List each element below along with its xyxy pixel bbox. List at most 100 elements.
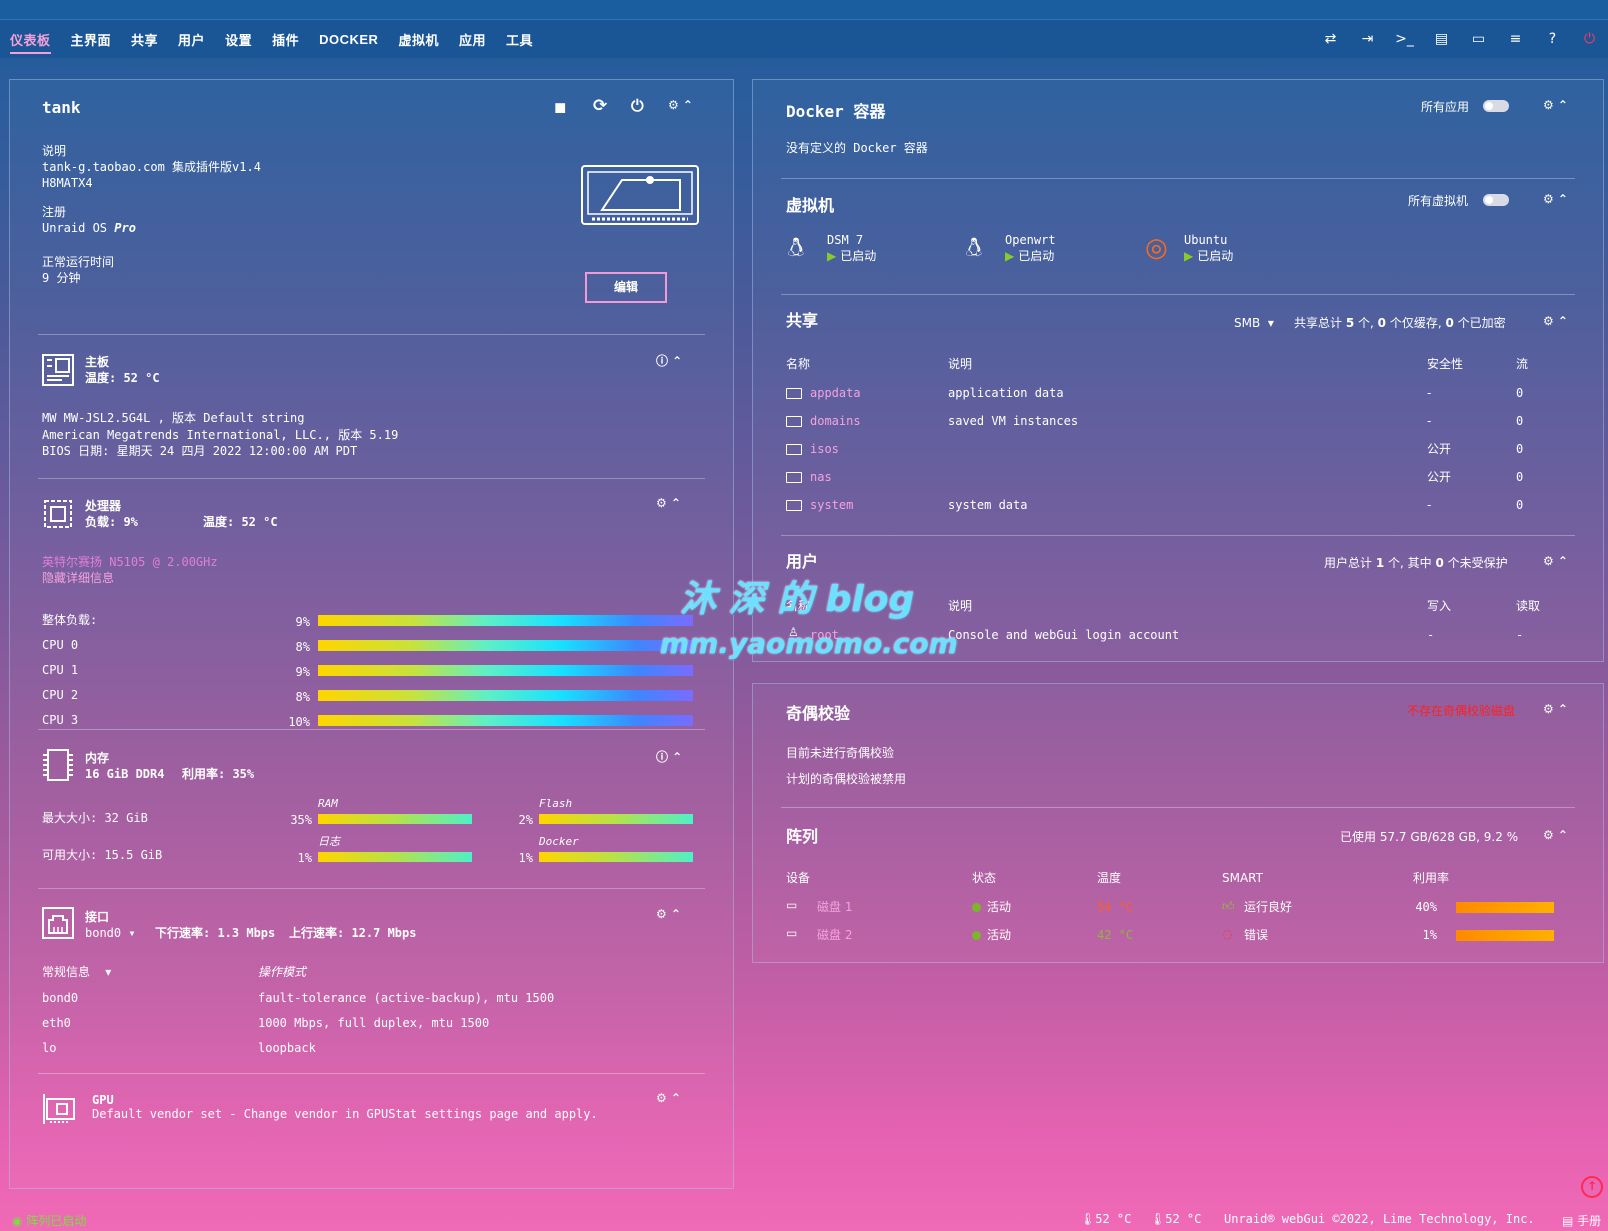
nav-plugins[interactable]: 插件: [272, 30, 299, 49]
share-desc: application data: [948, 386, 1064, 400]
nav-users[interactable]: 用户: [178, 30, 205, 49]
share-name-link[interactable]: appdata: [810, 386, 861, 400]
all-vms-toggle[interactable]: [1483, 194, 1509, 206]
share-proto-select[interactable]: SMB ▾: [1234, 315, 1274, 331]
mem-usage-bar: [318, 814, 472, 824]
manual-link[interactable]: ▤ 手册: [1562, 1212, 1601, 1229]
gpu-settings-collapse-icon[interactable]: ⚙︎ ⌃: [656, 1091, 681, 1105]
terminal-icon[interactable]: >_: [1386, 31, 1423, 47]
net-row-name: eth0: [42, 1016, 71, 1030]
net-mode-label: 操作模式: [258, 965, 307, 979]
share-name[interactable]: domains: [786, 413, 861, 429]
share-name[interactable]: appdata: [786, 385, 861, 401]
edit-button[interactable]: 编辑: [585, 272, 667, 303]
monitor-icon[interactable]: ▭: [1460, 31, 1497, 47]
network-port-icon: [42, 907, 74, 939]
shares-col-stream: 流: [1516, 357, 1529, 371]
hide-details-link[interactable]: 隐藏详细信息: [42, 570, 114, 586]
iface-select[interactable]: bond0 ▾: [85, 925, 136, 941]
nav-settings[interactable]: 设置: [225, 30, 252, 49]
nav-apps[interactable]: 应用: [459, 30, 486, 49]
parity-settings-collapse-icon[interactable]: ⚙︎ ⌃: [1543, 702, 1568, 716]
logout-icon[interactable]: ⇥: [1349, 31, 1386, 47]
shares-col-security: 安全性: [1427, 357, 1464, 371]
help-icon[interactable]: ?: [1534, 31, 1571, 47]
docker-title: Docker 容器: [786, 102, 886, 121]
share-name[interactable]: isos: [786, 441, 839, 457]
watermark-line2: mm.yaomomo.com: [660, 627, 958, 660]
stop-array-icon[interactable]: ◼: [554, 98, 566, 116]
share-stream: 0: [1516, 442, 1524, 456]
net-row-value: 1000 Mbps, full duplex, mtu 1500: [258, 1016, 490, 1030]
mem-usage: 利用率: 35%: [182, 767, 255, 781]
nav-vms[interactable]: 虚拟机: [398, 30, 439, 49]
share-security: -: [1427, 386, 1432, 400]
nav-shares[interactable]: 共享: [131, 30, 158, 49]
divider: [38, 729, 705, 730]
net-settings-collapse-icon[interactable]: ⚙︎ ⌃: [656, 907, 681, 921]
share-name[interactable]: nas: [786, 469, 832, 485]
mem-info-collapse-icon[interactable]: ⓘ ⌃: [656, 748, 682, 765]
disk-icon: ▭: [786, 898, 798, 912]
vm-os-icon[interactable]: 🐧︎: [966, 233, 982, 266]
feedback-icon[interactable]: ▤: [1423, 31, 1460, 47]
vm-state-label: 已启动: [840, 249, 877, 263]
share-name-link[interactable]: nas: [810, 470, 832, 484]
nav-docker[interactable]: DOCKER: [319, 32, 378, 47]
log-icon[interactable]: ≡: [1497, 31, 1534, 47]
vm-settings-collapse-icon[interactable]: ⚙︎ ⌃: [1543, 192, 1568, 206]
users-settings-collapse-icon[interactable]: ⚙︎ ⌃: [1543, 554, 1568, 568]
share-name-link[interactable]: domains: [810, 414, 861, 428]
share-name-link[interactable]: isos: [810, 442, 839, 456]
disk-util-bar: [1456, 930, 1554, 941]
power-icon[interactable]: ⏻: [1571, 31, 1608, 47]
mem-bar-name: Flash: [539, 797, 573, 810]
mb-line2: American Megatrends International, LLC.,…: [42, 428, 399, 442]
cpu-settings-collapse-icon[interactable]: ⚙︎ ⌃: [656, 496, 681, 510]
play-icon: ▶: [1005, 249, 1015, 263]
disk-name-link[interactable]: 磁盘 1: [817, 899, 852, 915]
shares-col-name: 名称: [786, 357, 811, 371]
reg-pro: Pro: [114, 221, 136, 235]
net-general-select[interactable]: 常规信息 ▾: [42, 964, 111, 980]
share-stream: 0: [1516, 498, 1524, 512]
watermark-line1: 沐 深 的 blog: [680, 579, 915, 620]
mb-info-collapse-icon[interactable]: ⓘ ⌃: [656, 352, 682, 369]
vm-os-icon[interactable]: 🐧︎: [788, 233, 804, 266]
switch-icon[interactable]: ⇄: [1312, 31, 1349, 47]
reboot-icon[interactable]: ⟳: [593, 96, 607, 116]
mem-bar-pct: 1%: [518, 851, 533, 865]
mem-bar-pct: 35%: [290, 813, 312, 827]
disk-smart: 错误: [1244, 928, 1269, 942]
vm-name[interactable]: Ubuntu: [1184, 232, 1227, 248]
nav-main[interactable]: 主界面: [71, 30, 112, 49]
all-apps-toggle[interactable]: [1483, 100, 1509, 112]
shutdown-icon[interactable]: ⏻: [631, 96, 644, 116]
shares-settings-collapse-icon[interactable]: ⚙︎ ⌃: [1543, 314, 1568, 328]
vm-name[interactable]: Openwrt: [1005, 232, 1056, 248]
top-strip: [0, 0, 1608, 20]
scroll-top-icon[interactable]: ↑: [1581, 1176, 1603, 1198]
nav-dashboard[interactable]: 仪表板: [10, 30, 51, 54]
vm-name[interactable]: DSM 7: [827, 232, 863, 248]
mem-bar-name: RAM: [318, 797, 338, 810]
share-name[interactable]: system: [786, 497, 853, 513]
nav-tools[interactable]: 工具: [506, 30, 533, 49]
settings-collapse-icon[interactable]: ⚙︎ ⌃: [668, 98, 693, 112]
array-settings-collapse-icon[interactable]: ⚙︎ ⌃: [1543, 828, 1568, 842]
divider: [781, 294, 1575, 295]
mem-avail: 可用大小: 15.5 GiB: [42, 848, 163, 862]
vm-os-icon[interactable]: ◎: [1145, 233, 1168, 263]
smart-icon: ◌: [1222, 927, 1233, 941]
array-status: ◉ 阵列已启动: [12, 1214, 87, 1228]
share-stream: 0: [1516, 414, 1524, 428]
docker-settings-collapse-icon[interactable]: ⚙︎ ⌃: [1543, 98, 1568, 112]
edit-button-label: 编辑: [613, 280, 638, 294]
mem-usage-bar: [539, 852, 693, 862]
share-name-link[interactable]: system: [810, 498, 853, 512]
share-desc: system data: [948, 498, 1028, 512]
net-down: 下行速率: 1.3 Mbps: [155, 926, 276, 940]
disk-state: 活动: [972, 899, 1011, 915]
disk-name-link[interactable]: 磁盘 2: [817, 927, 852, 943]
share-security: -: [1427, 498, 1432, 512]
